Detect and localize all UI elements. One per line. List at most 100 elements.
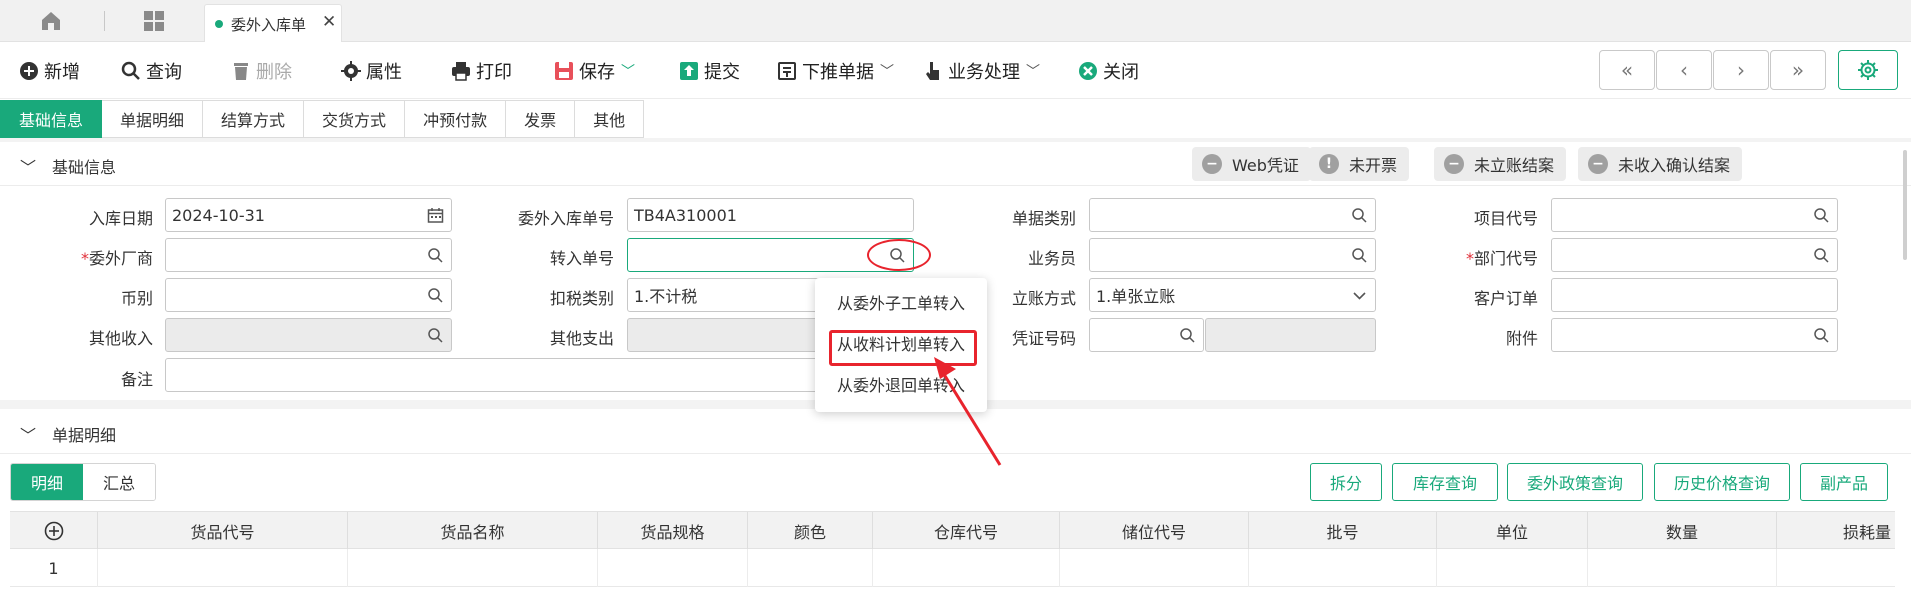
doc-type-input[interactable] — [1089, 198, 1376, 232]
tab-settlement[interactable]: 结算方式 — [203, 100, 305, 138]
submit-button[interactable]: 提交 — [678, 57, 740, 85]
collapse-chevron-icon[interactable]: ﹀ — [20, 154, 36, 178]
menu-item-from-outsource-suborder[interactable]: 从委外子工单转入 — [815, 284, 987, 324]
tab-delivery[interactable]: 交货方式 — [304, 100, 406, 138]
section-tabs: 基础信息 单据明细 结算方式 交货方式 冲预付款 发票 其他 — [0, 100, 645, 138]
cell-color[interactable] — [748, 549, 873, 587]
col-location[interactable]: 储位代号 — [1060, 512, 1249, 550]
voucher-no-input[interactable] — [1089, 318, 1204, 352]
col-color[interactable]: 颜色 — [748, 512, 873, 550]
split-button[interactable]: 拆分 — [1310, 463, 1382, 501]
col-unit[interactable]: 单位 — [1437, 512, 1588, 550]
cell-loss[interactable] — [1777, 549, 1895, 587]
trash-icon — [234, 63, 248, 80]
col-item-spec[interactable]: 货品规格 — [598, 512, 748, 550]
close-tab-icon[interactable]: ✕ — [322, 12, 336, 32]
search-icon[interactable] — [427, 247, 444, 264]
calendar-icon[interactable] — [427, 207, 444, 224]
search-icon[interactable] — [1813, 207, 1830, 224]
project-input[interactable] — [1551, 198, 1838, 232]
attachment-input[interactable] — [1551, 318, 1838, 352]
badge-label: 未开票 — [1349, 156, 1398, 175]
web-voucher-badge[interactable]: − Web凭证 — [1192, 147, 1311, 181]
open-tab-outsource-receipt[interactable]: 委外入库单 ✕ — [204, 4, 342, 42]
property-button[interactable]: 属性 — [340, 57, 402, 85]
cell-item-name[interactable] — [348, 549, 598, 587]
search-icon[interactable] — [1813, 327, 1830, 344]
search-icon[interactable] — [427, 287, 444, 304]
staff-input[interactable] — [1089, 238, 1376, 272]
close-button[interactable]: 关闭 — [1077, 57, 1139, 85]
order-no-input[interactable]: TB4A310001 — [627, 198, 914, 232]
query-label: 查询 — [146, 62, 182, 83]
currency-input[interactable] — [165, 278, 452, 312]
tab-other[interactable]: 其他 — [575, 100, 645, 138]
chevron-down-icon[interactable] — [1351, 287, 1368, 304]
home-icon[interactable] — [39, 9, 63, 33]
delete-button[interactable]: 删除 — [230, 57, 292, 85]
stock-query-button[interactable]: 库存查询 — [1392, 463, 1498, 501]
print-button[interactable]: 打印 — [450, 57, 512, 85]
price-history-button[interactable]: 历史价格查询 — [1654, 463, 1790, 501]
search-icon[interactable] — [1179, 327, 1196, 344]
dept-input[interactable] — [1551, 238, 1838, 272]
customer-order-input[interactable] — [1551, 278, 1838, 312]
tab-basic-info[interactable]: 基础信息 — [0, 100, 103, 138]
col-loss[interactable]: 损耗量 — [1777, 512, 1895, 550]
unconfirmed-income-badge[interactable]: − 未收入确认结案 — [1578, 147, 1743, 181]
tab-prepayment[interactable]: 冲预付款 — [405, 100, 507, 138]
vertical-scrollbar[interactable] — [1903, 150, 1907, 260]
col-warehouse[interactable]: 仓库代号 — [873, 512, 1060, 550]
vendor-input[interactable] — [165, 238, 452, 272]
previous-record-button[interactable]: ‹ — [1656, 50, 1712, 90]
table-row[interactable]: 1 — [10, 549, 1895, 587]
cell-location[interactable] — [1060, 549, 1249, 587]
remark-input[interactable] — [165, 358, 825, 392]
tab-doc-detail[interactable]: 单据明细 — [102, 100, 204, 138]
cell-item-code[interactable] — [98, 549, 348, 587]
cell-quantity[interactable] — [1588, 549, 1777, 587]
next-record-button[interactable]: › — [1713, 50, 1769, 90]
by-product-button[interactable]: 副产品 — [1800, 463, 1888, 501]
query-button[interactable]: 查询 — [120, 57, 182, 85]
save-button[interactable]: 保存 ﹀ — [553, 57, 635, 85]
subtab-summary[interactable]: 汇总 — [83, 464, 155, 500]
push-document-button[interactable]: 下推单据 ﹀ — [776, 57, 894, 85]
last-record-button[interactable]: » — [1770, 50, 1826, 90]
transfer-no-label: 转入单号 — [549, 249, 614, 268]
add-button[interactable]: 新增 — [18, 57, 80, 85]
collapse-chevron-icon[interactable]: ﹀ — [20, 422, 36, 446]
active-dot — [215, 20, 223, 28]
apps-grid-icon[interactable] — [142, 9, 166, 33]
search-icon[interactable] — [1351, 247, 1368, 264]
other-income-input[interactable] — [165, 318, 452, 352]
unsettled-account-badge[interactable]: − 未立账结案 — [1434, 147, 1567, 181]
settings-button[interactable] — [1838, 50, 1898, 90]
search-icon[interactable] — [1351, 207, 1368, 224]
cell-item-spec[interactable] — [598, 549, 748, 587]
account-mode-select[interactable]: 1.单张立账 — [1089, 278, 1376, 312]
search-icon[interactable] — [1813, 247, 1830, 264]
search-icon[interactable] — [427, 327, 444, 344]
col-batch[interactable]: 批号 — [1249, 512, 1437, 550]
account-mode-value: 1.单张立账 — [1096, 287, 1176, 306]
subtab-detail[interactable]: 明细 — [11, 464, 83, 500]
col-item-code[interactable]: 货品代号 — [98, 512, 348, 550]
cell-unit[interactable] — [1437, 549, 1588, 587]
open-tab-label: 委外入库单 — [231, 16, 307, 34]
uninvoiced-badge[interactable]: ! 未开票 — [1309, 147, 1410, 181]
col-item-name[interactable]: 货品名称 — [348, 512, 598, 550]
tab-invoice[interactable]: 发票 — [506, 100, 576, 138]
col-quantity[interactable]: 数量 — [1588, 512, 1777, 550]
first-record-button[interactable]: « — [1599, 50, 1655, 90]
chevron-down-icon[interactable]: ﹀ — [621, 61, 635, 81]
gear-icon — [1858, 60, 1878, 80]
business-process-button[interactable]: 业务处理 ﹀ — [922, 57, 1040, 85]
cell-warehouse[interactable] — [873, 549, 1060, 587]
cell-batch[interactable] — [1249, 549, 1437, 587]
property-label: 属性 — [366, 62, 402, 83]
in-date-input[interactable]: 2024-10-31 — [165, 198, 452, 232]
outsource-policy-button[interactable]: 委外政策查询 — [1507, 463, 1643, 501]
badge-label: 未收入确认结案 — [1618, 156, 1731, 175]
add-row-button[interactable] — [10, 512, 98, 550]
